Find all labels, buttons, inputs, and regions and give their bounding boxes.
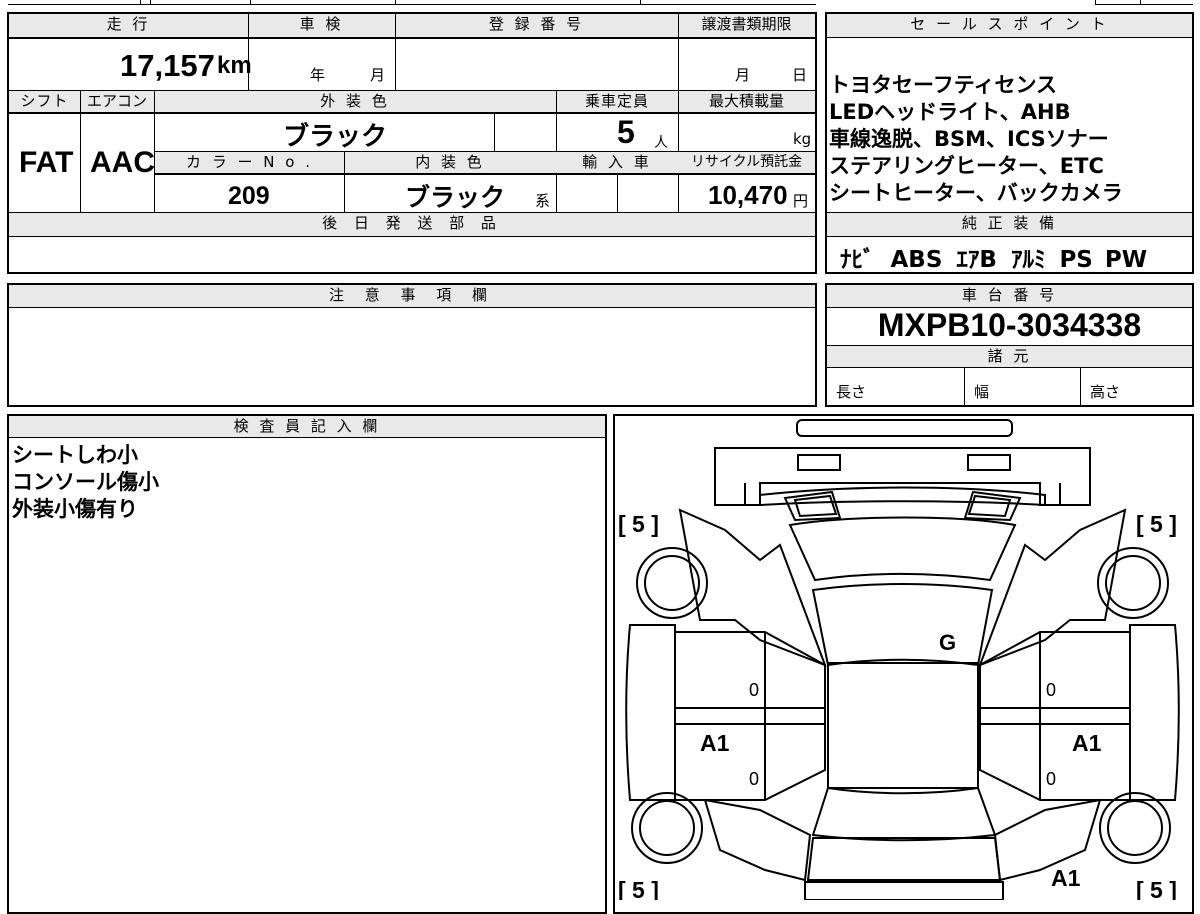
front-left-tire-inner [644, 555, 700, 611]
rear-right-mark: A1 [1051, 865, 1081, 891]
windshield [811, 583, 994, 667]
left-front-fender [678, 508, 827, 667]
tire-front-right-mark: [ 5 ] [1136, 511, 1177, 537]
right-side-mark: A1 [1072, 730, 1102, 756]
right-sill [979, 707, 1130, 725]
front-bumper [796, 419, 1013, 437]
glass-mark: G [939, 630, 956, 655]
left-front-door-mark: 0 [749, 680, 759, 700]
car-damage-diagram: [ 5 ] [ 5 ] [ 5 ] [ 5 ] G 0 0 0 0 A1 A1 … [618, 419, 1180, 900]
right-headlight-inner [967, 494, 1012, 518]
left-fog-lamp [797, 454, 841, 471]
left-rear-door-mark: 0 [749, 769, 759, 789]
right-side-panel [1129, 624, 1180, 801]
right-fog-lamp [967, 454, 1011, 471]
right-front-fender [978, 508, 1127, 667]
left-sill [675, 707, 826, 725]
tire-rear-left-mark: [ 5 ] [618, 877, 659, 900]
front-right-tire-inner [1105, 555, 1161, 611]
trunk [806, 837, 1002, 881]
front-right-tire [1097, 547, 1169, 619]
roof [827, 662, 979, 789]
rear-left-tire-inner [639, 800, 695, 856]
front-left-tire [636, 547, 708, 619]
left-side-panel [625, 624, 676, 801]
rear-right-tire [1099, 792, 1171, 864]
left-side-mark: A1 [700, 730, 730, 756]
right-front-door-mark: 0 [1046, 680, 1056, 700]
front-bumper-body [714, 447, 1091, 506]
bonnet [788, 516, 1017, 582]
rear-right-tire-inner [1107, 800, 1163, 856]
right-rear-fender [993, 798, 1102, 882]
tire-rear-right-mark: [ 5 ] [1136, 877, 1177, 900]
right-rear-door-mark: 0 [1046, 769, 1056, 789]
left-rear-fender [703, 798, 812, 882]
rear-left-tire [631, 792, 703, 864]
left-headlight-inner [793, 494, 838, 518]
rear-bumper [804, 881, 1004, 900]
tire-front-left-mark: [ 5 ] [618, 511, 659, 537]
rear-window [811, 786, 997, 842]
